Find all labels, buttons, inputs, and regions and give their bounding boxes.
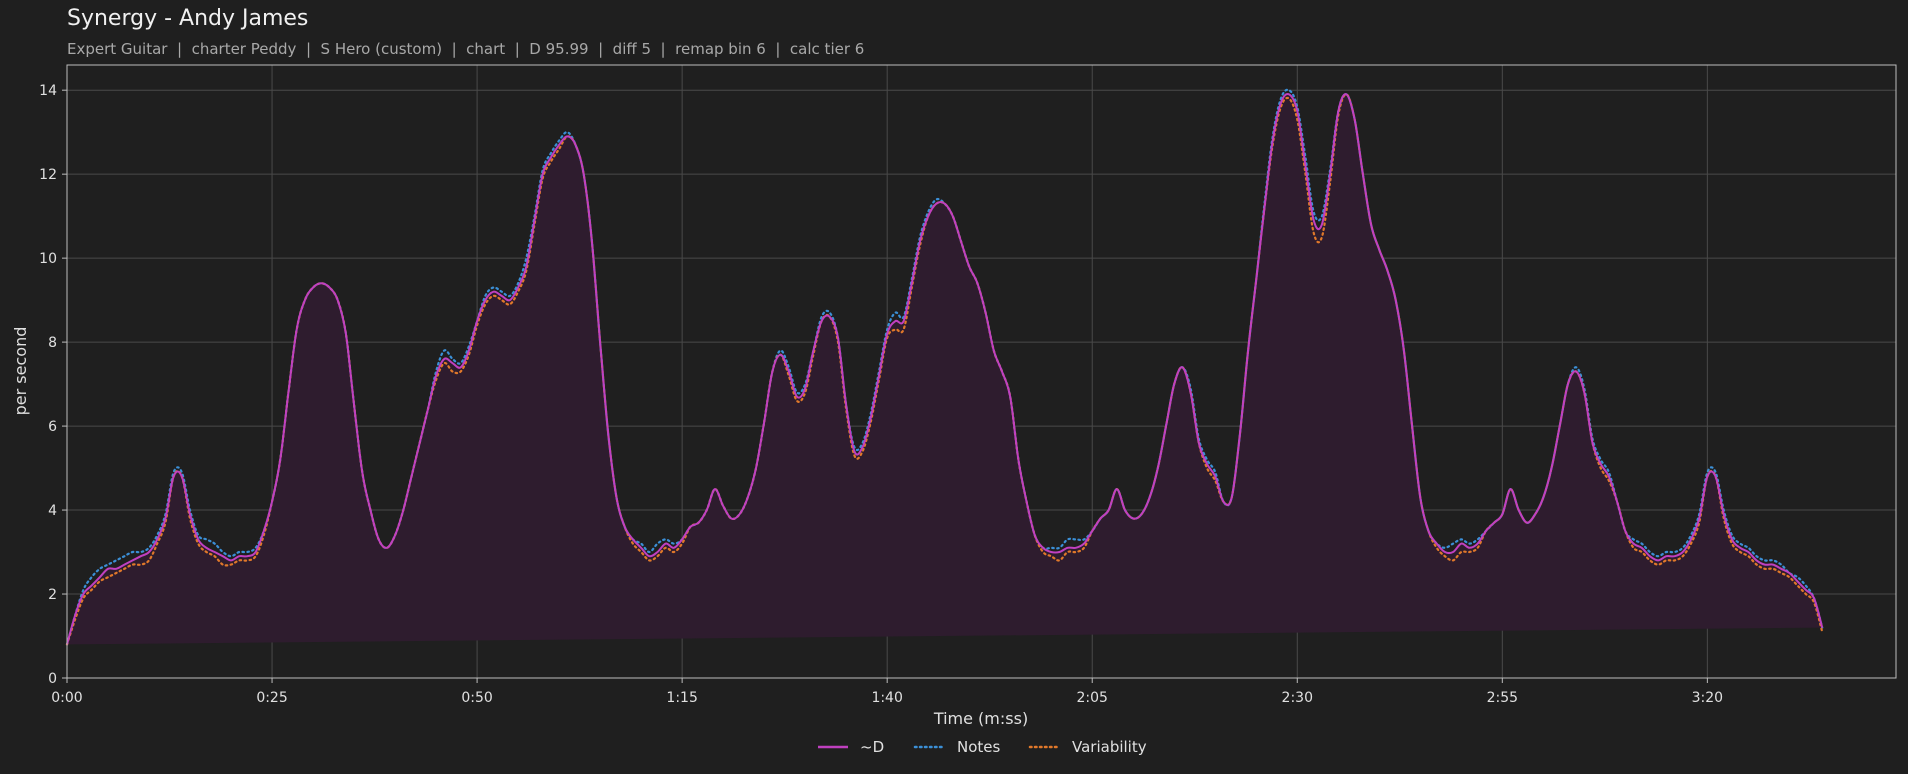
x-tick-label: 0:00 [51, 690, 82, 706]
y-tick-label: 2 [48, 587, 57, 603]
chart-svg: 0:00 0:25 0:50 1:15 1:40 2:05 2:30 2:55 3:20 0 2 4… [11, 64, 1897, 756]
x-axis: 0:00 0:25 0:50 1:15 1:40 2:05 2:30 2:55 3:20 [51, 678, 1723, 706]
x-tick-label: 2:55 [1487, 690, 1518, 706]
y-tick-label: 14 [39, 83, 57, 99]
legend-label: Notes [957, 738, 1001, 756]
y-tick-label: 8 [48, 335, 57, 351]
legend-label: Variability [1072, 738, 1147, 756]
legend-item-d: ~D [818, 738, 884, 756]
x-tick-label: 1:40 [871, 690, 902, 706]
y-tick-label: 6 [48, 419, 57, 435]
x-tick-label: 2:30 [1282, 690, 1313, 706]
x-tick-label: 0:25 [256, 690, 287, 706]
y-axis-label: per second [11, 327, 30, 416]
x-axis-label: Time (m:ss) [933, 709, 1028, 728]
y-tick-label: 0 [48, 671, 57, 687]
x-tick-label: 1:15 [666, 690, 697, 706]
x-tick-label: 0:50 [461, 690, 492, 706]
legend-item-notes: Notes [913, 738, 1001, 756]
y-axis: 0 2 4 6 8 10 12 14 [39, 83, 67, 687]
y-tick-label: 10 [39, 251, 57, 267]
legend: ~D Notes Variability [818, 738, 1147, 756]
y-tick-label: 4 [48, 503, 57, 519]
legend-label: ~D [860, 738, 884, 756]
legend-item-variability: Variability [1028, 738, 1147, 756]
x-tick-label: 2:05 [1076, 690, 1107, 706]
x-tick-label: 3:20 [1692, 690, 1723, 706]
y-tick-label: 12 [39, 167, 57, 183]
